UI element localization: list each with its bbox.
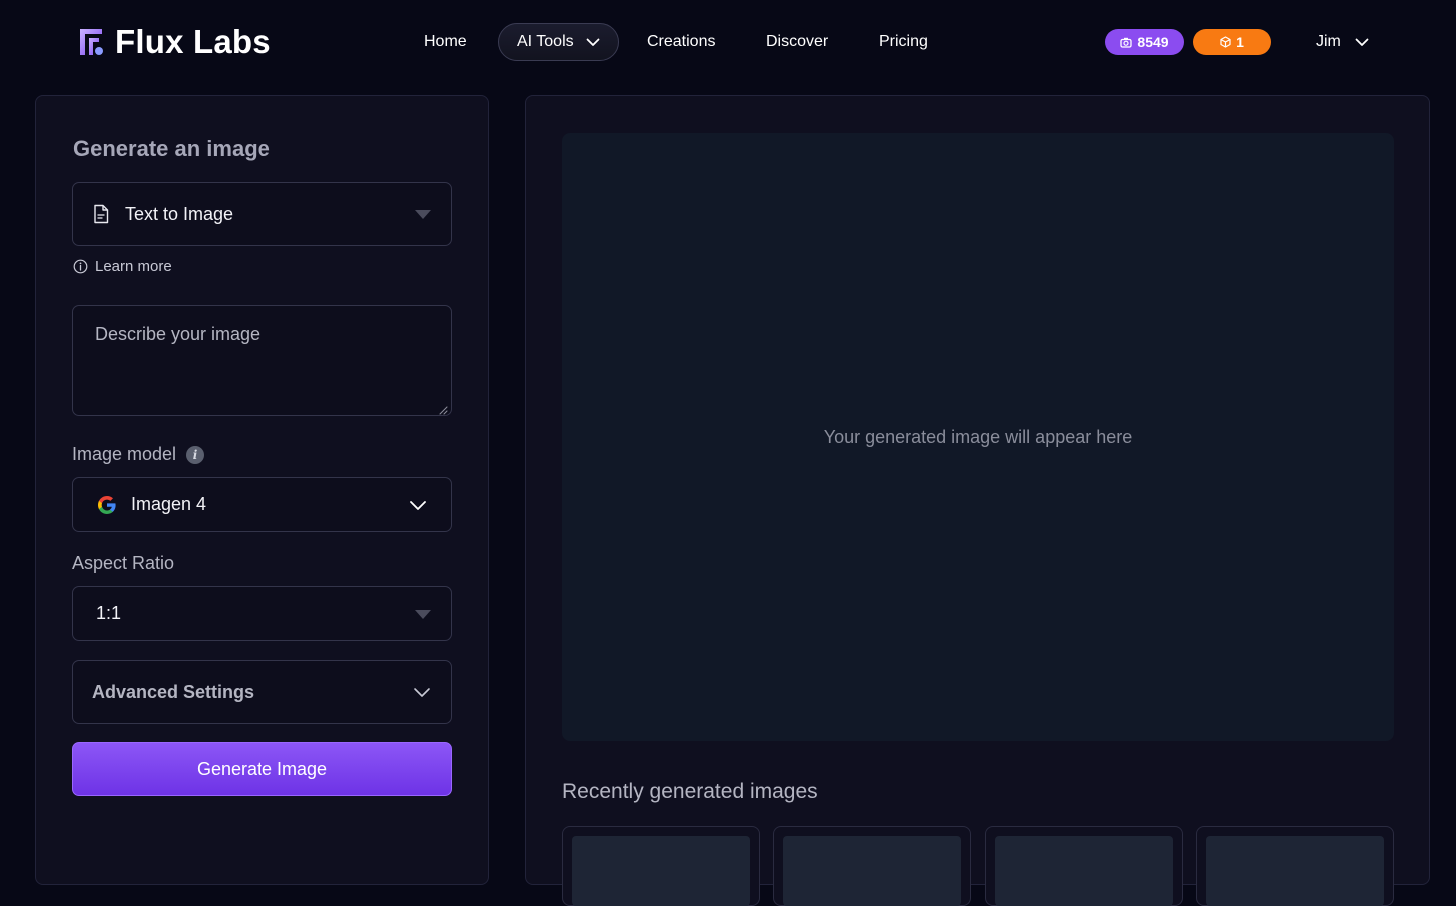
recent-image-thumbnail[interactable] (773, 826, 971, 906)
info-icon[interactable]: i (186, 445, 205, 464)
chevron-down-icon (410, 500, 426, 510)
recent-image-thumbnail[interactable] (1196, 826, 1394, 906)
thumbnail-placeholder (783, 836, 961, 906)
generator-panel: Generate an image Text to Image Learn mo… (35, 95, 489, 885)
nav-ai-tools-dropdown[interactable]: AI Tools (498, 23, 619, 61)
recent-image-thumbnail[interactable] (562, 826, 760, 906)
mode-select-value: Text to Image (125, 203, 234, 224)
learn-more-label: Learn more (95, 258, 172, 275)
generate-image-button[interactable]: Generate Image (72, 742, 452, 796)
image-credits-badge[interactable]: 8549 (1105, 29, 1184, 55)
preview-placeholder: Your generated image will appear here (823, 426, 1133, 447)
preview-panel: Your generated image will appear here Re… (525, 95, 1430, 906)
nav-creations[interactable]: Creations (647, 33, 715, 51)
model-select-value: Imagen 4 (131, 494, 207, 514)
aspect-ratio-select[interactable]: 1:1 (72, 586, 452, 641)
thumbnail-placeholder (995, 836, 1173, 906)
panel-title: Generate an image (73, 136, 270, 161)
model-label-text: Image model (72, 444, 177, 464)
cube-icon (1220, 36, 1231, 48)
learn-more-link[interactable]: Learn more (73, 258, 172, 275)
user-menu[interactable]: Jim (1316, 33, 1369, 51)
nav-discover[interactable]: Discover (766, 33, 828, 51)
camera-icon (1120, 37, 1133, 48)
user-name: Jim (1316, 33, 1341, 50)
top-header: Flux Labs Home AI Tools Creations Discov… (0, 0, 1456, 86)
model-select[interactable]: Imagen 4 (72, 477, 452, 532)
info-circle-icon (73, 259, 88, 274)
caret-down-icon (415, 210, 431, 219)
prompt-input[interactable] (72, 305, 452, 416)
recent-image-thumbnail[interactable] (985, 826, 1183, 906)
chevron-down-icon (1355, 38, 1369, 46)
advanced-settings-toggle[interactable]: Advanced Settings (72, 660, 452, 724)
image-preview-area: Your generated image will appear here (562, 133, 1394, 741)
chevron-down-icon (586, 38, 600, 46)
nav-pricing[interactable]: Pricing (879, 33, 928, 51)
nav-home[interactable]: Home (424, 33, 467, 51)
caret-down-icon (415, 609, 431, 619)
image-credits-count: 8549 (1137, 34, 1169, 50)
video-credits-badge[interactable]: 1 (1193, 29, 1271, 55)
video-credits-count: 1 (1236, 34, 1244, 50)
advanced-settings-label: Advanced Settings (92, 681, 255, 702)
thumbnail-placeholder (572, 836, 750, 906)
recent-images-title: Recently generated images (562, 780, 818, 803)
nav-ai-tools-label: AI Tools (517, 33, 574, 50)
chevron-down-icon (414, 688, 430, 697)
google-icon (98, 495, 116, 514)
thumbnail-placeholder (1206, 836, 1384, 906)
mode-select[interactable]: Text to Image (72, 182, 452, 246)
model-label: Image model i (72, 444, 205, 465)
document-icon (94, 204, 109, 224)
resize-handle-icon[interactable] (439, 406, 448, 415)
aspect-ratio-value: 1:1 (96, 603, 122, 623)
aspect-ratio-label: Aspect Ratio (72, 553, 175, 573)
recent-images-grid (562, 826, 1394, 906)
